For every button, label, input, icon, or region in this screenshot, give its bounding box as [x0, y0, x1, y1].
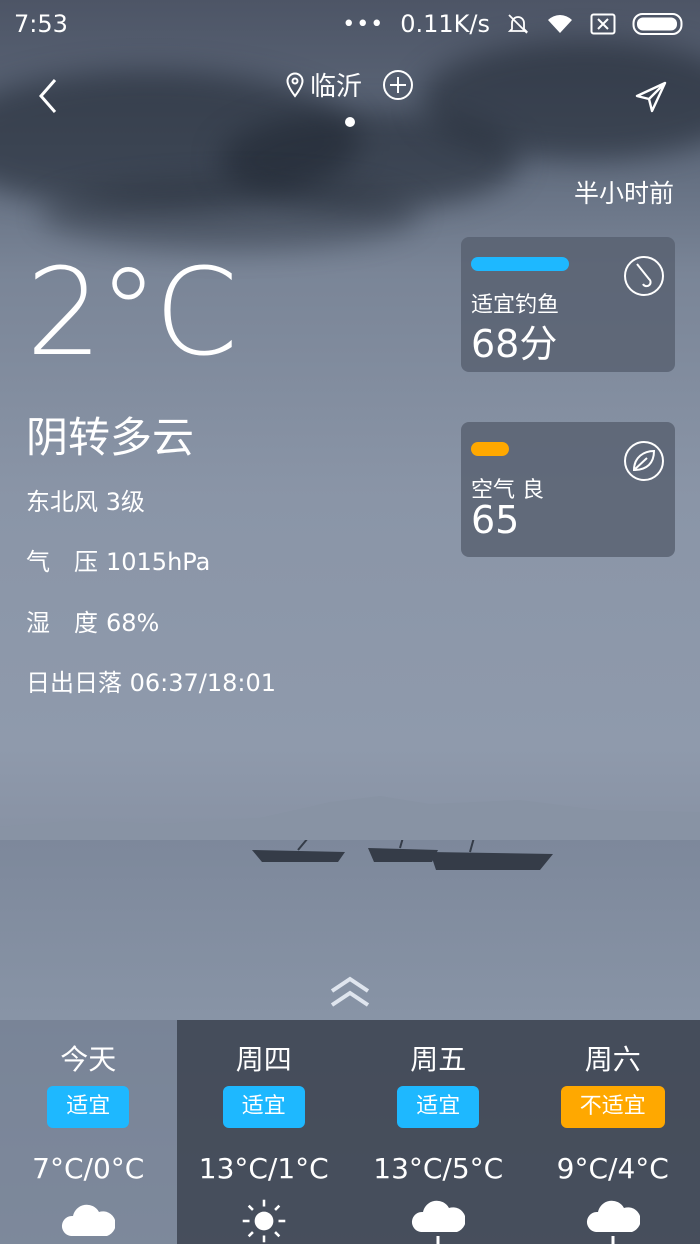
fishing-index-card[interactable]: 适宜钓鱼 68分: [461, 237, 675, 372]
forecast-day-name: 周四: [235, 1043, 292, 1076]
forecast-temp-range: 9°C/4°C: [556, 1152, 669, 1185]
more-dots-icon: •••: [342, 11, 385, 37]
status-time: 7:53: [14, 10, 68, 38]
air-quality-bar: [471, 442, 509, 456]
paper-plane-icon: [635, 81, 667, 113]
wifi-icon: [548, 15, 572, 33]
expand-up-icon[interactable]: [330, 975, 370, 1009]
cloud-rain-icon: [586, 1200, 640, 1244]
forecast-temp-range: 13°C/5°C: [373, 1152, 504, 1185]
wind-info: 东北风 3级: [26, 488, 145, 516]
forecast-day[interactable]: 周四 适宜 13°C/1°C: [176, 1020, 351, 1244]
fishing-boats: [252, 840, 553, 870]
updated-time: 半小时前: [573, 179, 674, 208]
fishing-suitability-badge: 适宜: [47, 1086, 130, 1128]
page-indicator-dot: [345, 117, 355, 127]
fishing-suitability-badge: 不适宜: [560, 1086, 665, 1128]
sun-label: 日出日落: [26, 669, 122, 697]
add-city-icon[interactable]: [382, 69, 414, 101]
leaf-icon: [624, 441, 664, 481]
pressure-label: 气 压: [26, 548, 98, 576]
fishing-suitability-badge: 适宜: [397, 1086, 480, 1128]
bell-muted-icon: [507, 14, 529, 34]
forecast-day-name: 今天: [60, 1043, 117, 1076]
daily-forecast: 今天 适宜 7°C/0°C 周四 适宜 13°C/1°C 周五 适宜 13°C/…: [0, 1020, 700, 1244]
forecast-day[interactable]: 周五 适宜 13°C/5°C: [351, 1020, 526, 1244]
humidity-label: 湿 度: [26, 609, 98, 637]
forecast-temp-range: 13°C/1°C: [198, 1152, 329, 1185]
fishing-suitability-badge: 适宜: [222, 1086, 305, 1128]
cloudy-icon: [62, 1204, 116, 1236]
city-header: 临沂: [0, 66, 700, 105]
location-pin-icon: [286, 72, 304, 98]
forecast-day-name: 周五: [410, 1043, 467, 1076]
city-name[interactable]: 临沂: [310, 66, 362, 103]
humidity-info: 湿 度 68%: [26, 603, 159, 638]
forecast-day[interactable]: 今天 适宜 7°C/0°C: [0, 1020, 177, 1244]
fishing-hook-icon: [624, 256, 664, 296]
air-quality-card[interactable]: 空气 良 65: [461, 422, 675, 557]
cloud-rain-icon: [412, 1200, 466, 1244]
forecast-day[interactable]: 周六 不适宜 9°C/4°C: [525, 1020, 700, 1244]
forecast-day-name: 周六: [584, 1043, 641, 1076]
air-quality-value: 65: [471, 498, 520, 542]
status-bar: 7:53 ••• 0.11K/s: [0, 0, 700, 52]
pressure-value: 1015hPa: [106, 548, 211, 576]
forecast-temp-range: 7°C/0°C: [32, 1152, 145, 1185]
share-button[interactable]: [632, 78, 670, 116]
weather-condition: 阴转多云: [26, 413, 195, 462]
fishing-index-bar: [471, 257, 569, 271]
current-temperature: 2°C: [26, 244, 238, 383]
pressure-info: 气 压 1015hPa: [26, 542, 210, 577]
fishing-index-value: 68分: [471, 322, 558, 366]
net-speed: 0.11K/s: [400, 10, 490, 38]
humidity-value: 68%: [106, 609, 160, 637]
sim-icon: [590, 13, 616, 35]
battery-icon: [632, 13, 683, 35]
sun-value: 06:37/18:01: [129, 669, 277, 697]
sunny-icon: [242, 1199, 286, 1243]
sunrise-sunset-info: 日出日落 06:37/18:01: [26, 663, 276, 698]
